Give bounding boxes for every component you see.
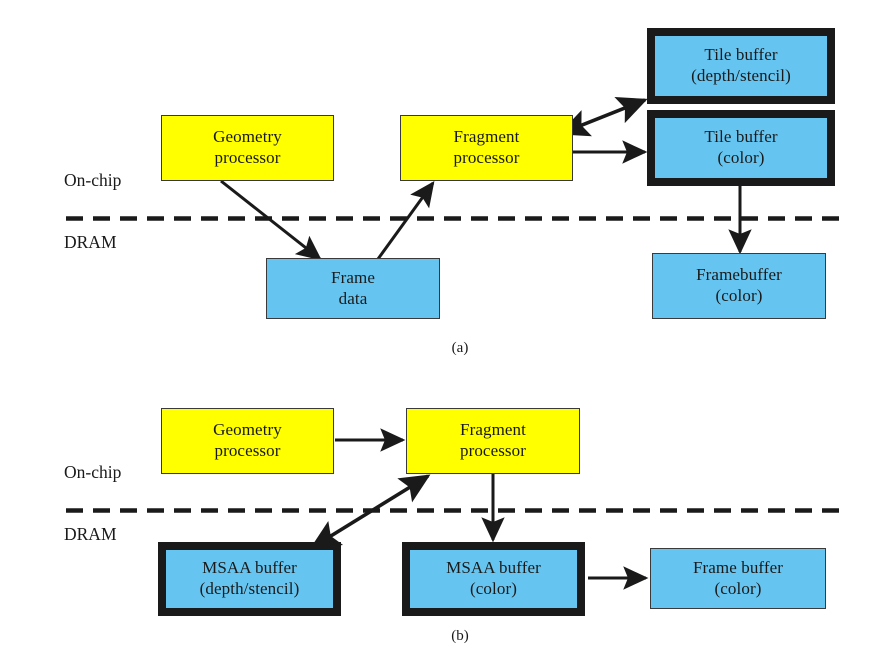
node-frame-data[interactable]: Frame data <box>266 258 440 319</box>
node-text-line: (color) <box>717 148 765 167</box>
panel-b-label-dram: DRAM <box>64 524 117 544</box>
edge-fragment-msaa-depth <box>309 474 431 549</box>
node-geometry-processor-a[interactable]: Geometry processor <box>161 115 334 181</box>
node-text-line: data <box>338 288 368 308</box>
node-fragment-processor-a[interactable]: Fragment processor <box>400 115 573 181</box>
node-fragment-processor-b[interactable]: Fragment processor <box>406 408 580 474</box>
panel-a-label-onchip: On-chip <box>64 170 122 190</box>
node-text-line: Geometry <box>213 127 282 147</box>
node-text-line: (color) <box>715 286 763 305</box>
node-tile-buffer-depth-stencil[interactable]: Tile buffer (depth/stencil) <box>647 28 835 104</box>
node-text-line: Fragment <box>460 420 526 440</box>
panel-a-caption: (a) <box>451 340 469 356</box>
node-text-line: Frame buffer <box>692 557 784 577</box>
panel-b-caption: (b) <box>451 628 469 644</box>
node-framebuffer-color[interactable]: Framebuffer (color) <box>652 253 826 319</box>
node-text-line: Tile buffer <box>704 45 778 65</box>
edge-frame-data-to-fragment <box>376 181 435 260</box>
node-text-line: Frame <box>331 267 375 287</box>
panel-b-label-onchip: On-chip <box>64 462 122 482</box>
node-text-line: Framebuffer <box>696 265 782 285</box>
node-text-line: MSAA buffer <box>446 558 541 578</box>
node-text-line: (color) <box>470 579 517 598</box>
node-text-line: Fragment <box>453 127 520 147</box>
node-text-line: (color) <box>714 578 762 598</box>
node-frame-buffer-color[interactable]: Frame buffer (color) <box>650 548 826 609</box>
node-text-line: Geometry <box>213 420 282 440</box>
node-text-line: (depth/stencil) <box>199 579 300 598</box>
node-text-line: Tile buffer <box>704 127 778 147</box>
node-tile-buffer-color[interactable]: Tile buffer (color) <box>647 110 835 186</box>
node-text-line: processor <box>459 441 527 460</box>
node-text-line: processor <box>453 148 520 167</box>
node-msaa-buffer-depth-stencil[interactable]: MSAA buffer (depth/stencil) <box>158 542 341 616</box>
edge-fragment-tile-depth <box>558 97 648 137</box>
node-text-line: (depth/stencil) <box>691 66 791 85</box>
node-geometry-processor-b[interactable]: Geometry processor <box>161 408 334 474</box>
figure-root: On-chip DRAM Geometry processor Fragment… <box>0 0 896 670</box>
node-text-line: MSAA buffer <box>202 558 297 578</box>
node-msaa-buffer-color[interactable]: MSAA buffer (color) <box>402 542 585 616</box>
panel-a-label-dram: DRAM <box>64 232 117 252</box>
node-text-line: processor <box>214 441 281 460</box>
node-text-line: processor <box>214 148 281 167</box>
